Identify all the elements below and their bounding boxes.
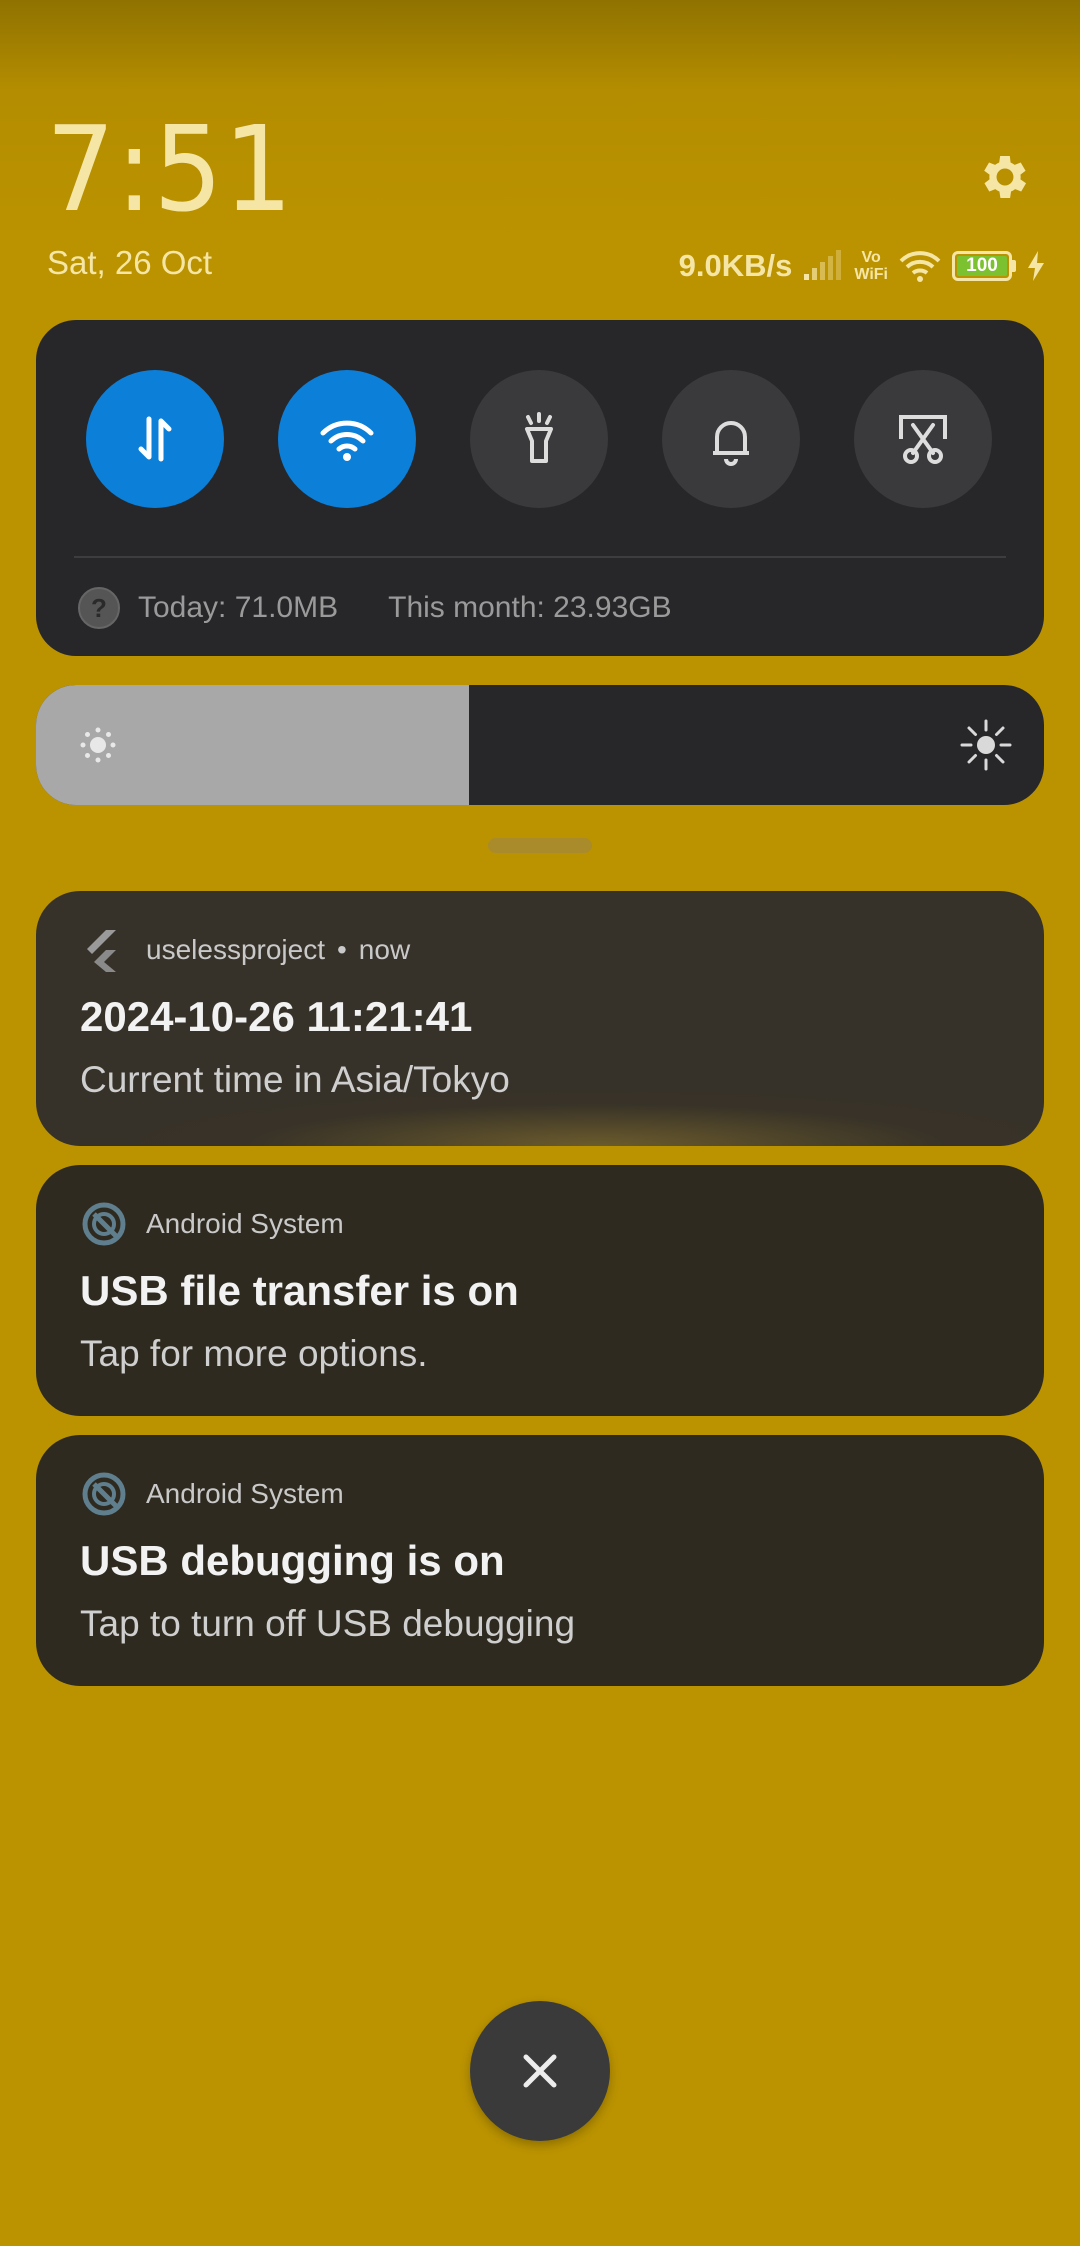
notification-header: Android System [80, 1199, 344, 1249]
notification-body: Tap for more options. [80, 1333, 428, 1374]
notification-app-name: Android System [146, 1478, 344, 1509]
notification-title: 2024-10-26 11:21:41 [80, 993, 473, 1040]
notification-body: Current time in Asia/Tokyo [80, 1059, 510, 1100]
notification-body: Tap to turn off USB debugging [80, 1603, 576, 1644]
notification-title: USB file transfer is on [80, 1267, 519, 1314]
notification-app-name: Android System [146, 1208, 344, 1239]
brightness-slider[interactable] [36, 685, 1044, 805]
data-usage[interactable]: ? Today: 71.0MB This month: 23.93GB [78, 586, 672, 630]
vowifi-indicator: Vo WiFi [854, 249, 888, 283]
tile-flashlight[interactable] [470, 370, 608, 508]
vowifi-bottom: WiFi [854, 266, 888, 283]
notification-time: now [358, 934, 411, 965]
battery-icon: 100 [952, 251, 1016, 281]
notification-header: uselessproject • now [80, 925, 410, 975]
tile-wifi[interactable] [278, 370, 416, 508]
clock-date[interactable]: Sat, 26 Oct [47, 244, 212, 282]
drag-handle[interactable] [488, 838, 592, 853]
usage-month: This month: 23.93GB [388, 591, 672, 624]
battery-level: 100 [957, 256, 1007, 276]
gear-icon[interactable] [976, 148, 1034, 206]
notification-title: USB debugging is on [80, 1537, 505, 1584]
usage-today: Today: 71.0MB [138, 591, 339, 624]
close-icon [523, 2054, 557, 2088]
brightness-high-icon [960, 719, 1012, 771]
notification-separator: • [336, 934, 347, 965]
help-icon: ? [78, 587, 120, 629]
tile-mobile-data[interactable] [86, 370, 224, 508]
notification-card[interactable]: uselessproject • now 2024-10-26 11:21:41… [36, 891, 1044, 1146]
tile-sound[interactable] [662, 370, 800, 508]
wifi-icon [320, 420, 374, 461]
data-transfer-icon [138, 416, 172, 462]
bell-icon [713, 421, 749, 466]
status-bar: 9.0KB/s Vo WiFi 100 [679, 246, 1046, 286]
notification-card[interactable]: Android System USB debugging is on Tap t… [36, 1435, 1044, 1686]
android-system-icon [82, 1472, 126, 1516]
clock-time[interactable]: 7:51 [46, 100, 293, 238]
brightness-low-icon [80, 727, 116, 763]
android-system-icon [82, 1202, 126, 1246]
flashlight-icon [525, 412, 553, 463]
flutter-icon [87, 930, 116, 972]
tile-screenshot[interactable] [854, 370, 992, 508]
notification-app-name: uselessproject [146, 934, 325, 965]
network-speed: 9.0KB/s [678, 248, 793, 283]
signal-icon [804, 250, 842, 280]
clear-notifications-button[interactable] [470, 2001, 610, 2141]
charging-icon [1028, 251, 1044, 281]
notification-header: Android System [80, 1469, 344, 1519]
screenshot-icon [899, 415, 947, 464]
wifi-icon [899, 251, 941, 282]
qs-divider [74, 556, 1006, 558]
vowifi-top: Vo [861, 249, 881, 266]
notification-card[interactable]: Android System USB file transfer is on T… [36, 1165, 1044, 1416]
quick-settings-panel: ? Today: 71.0MB This month: 23.93GB [36, 320, 1044, 656]
